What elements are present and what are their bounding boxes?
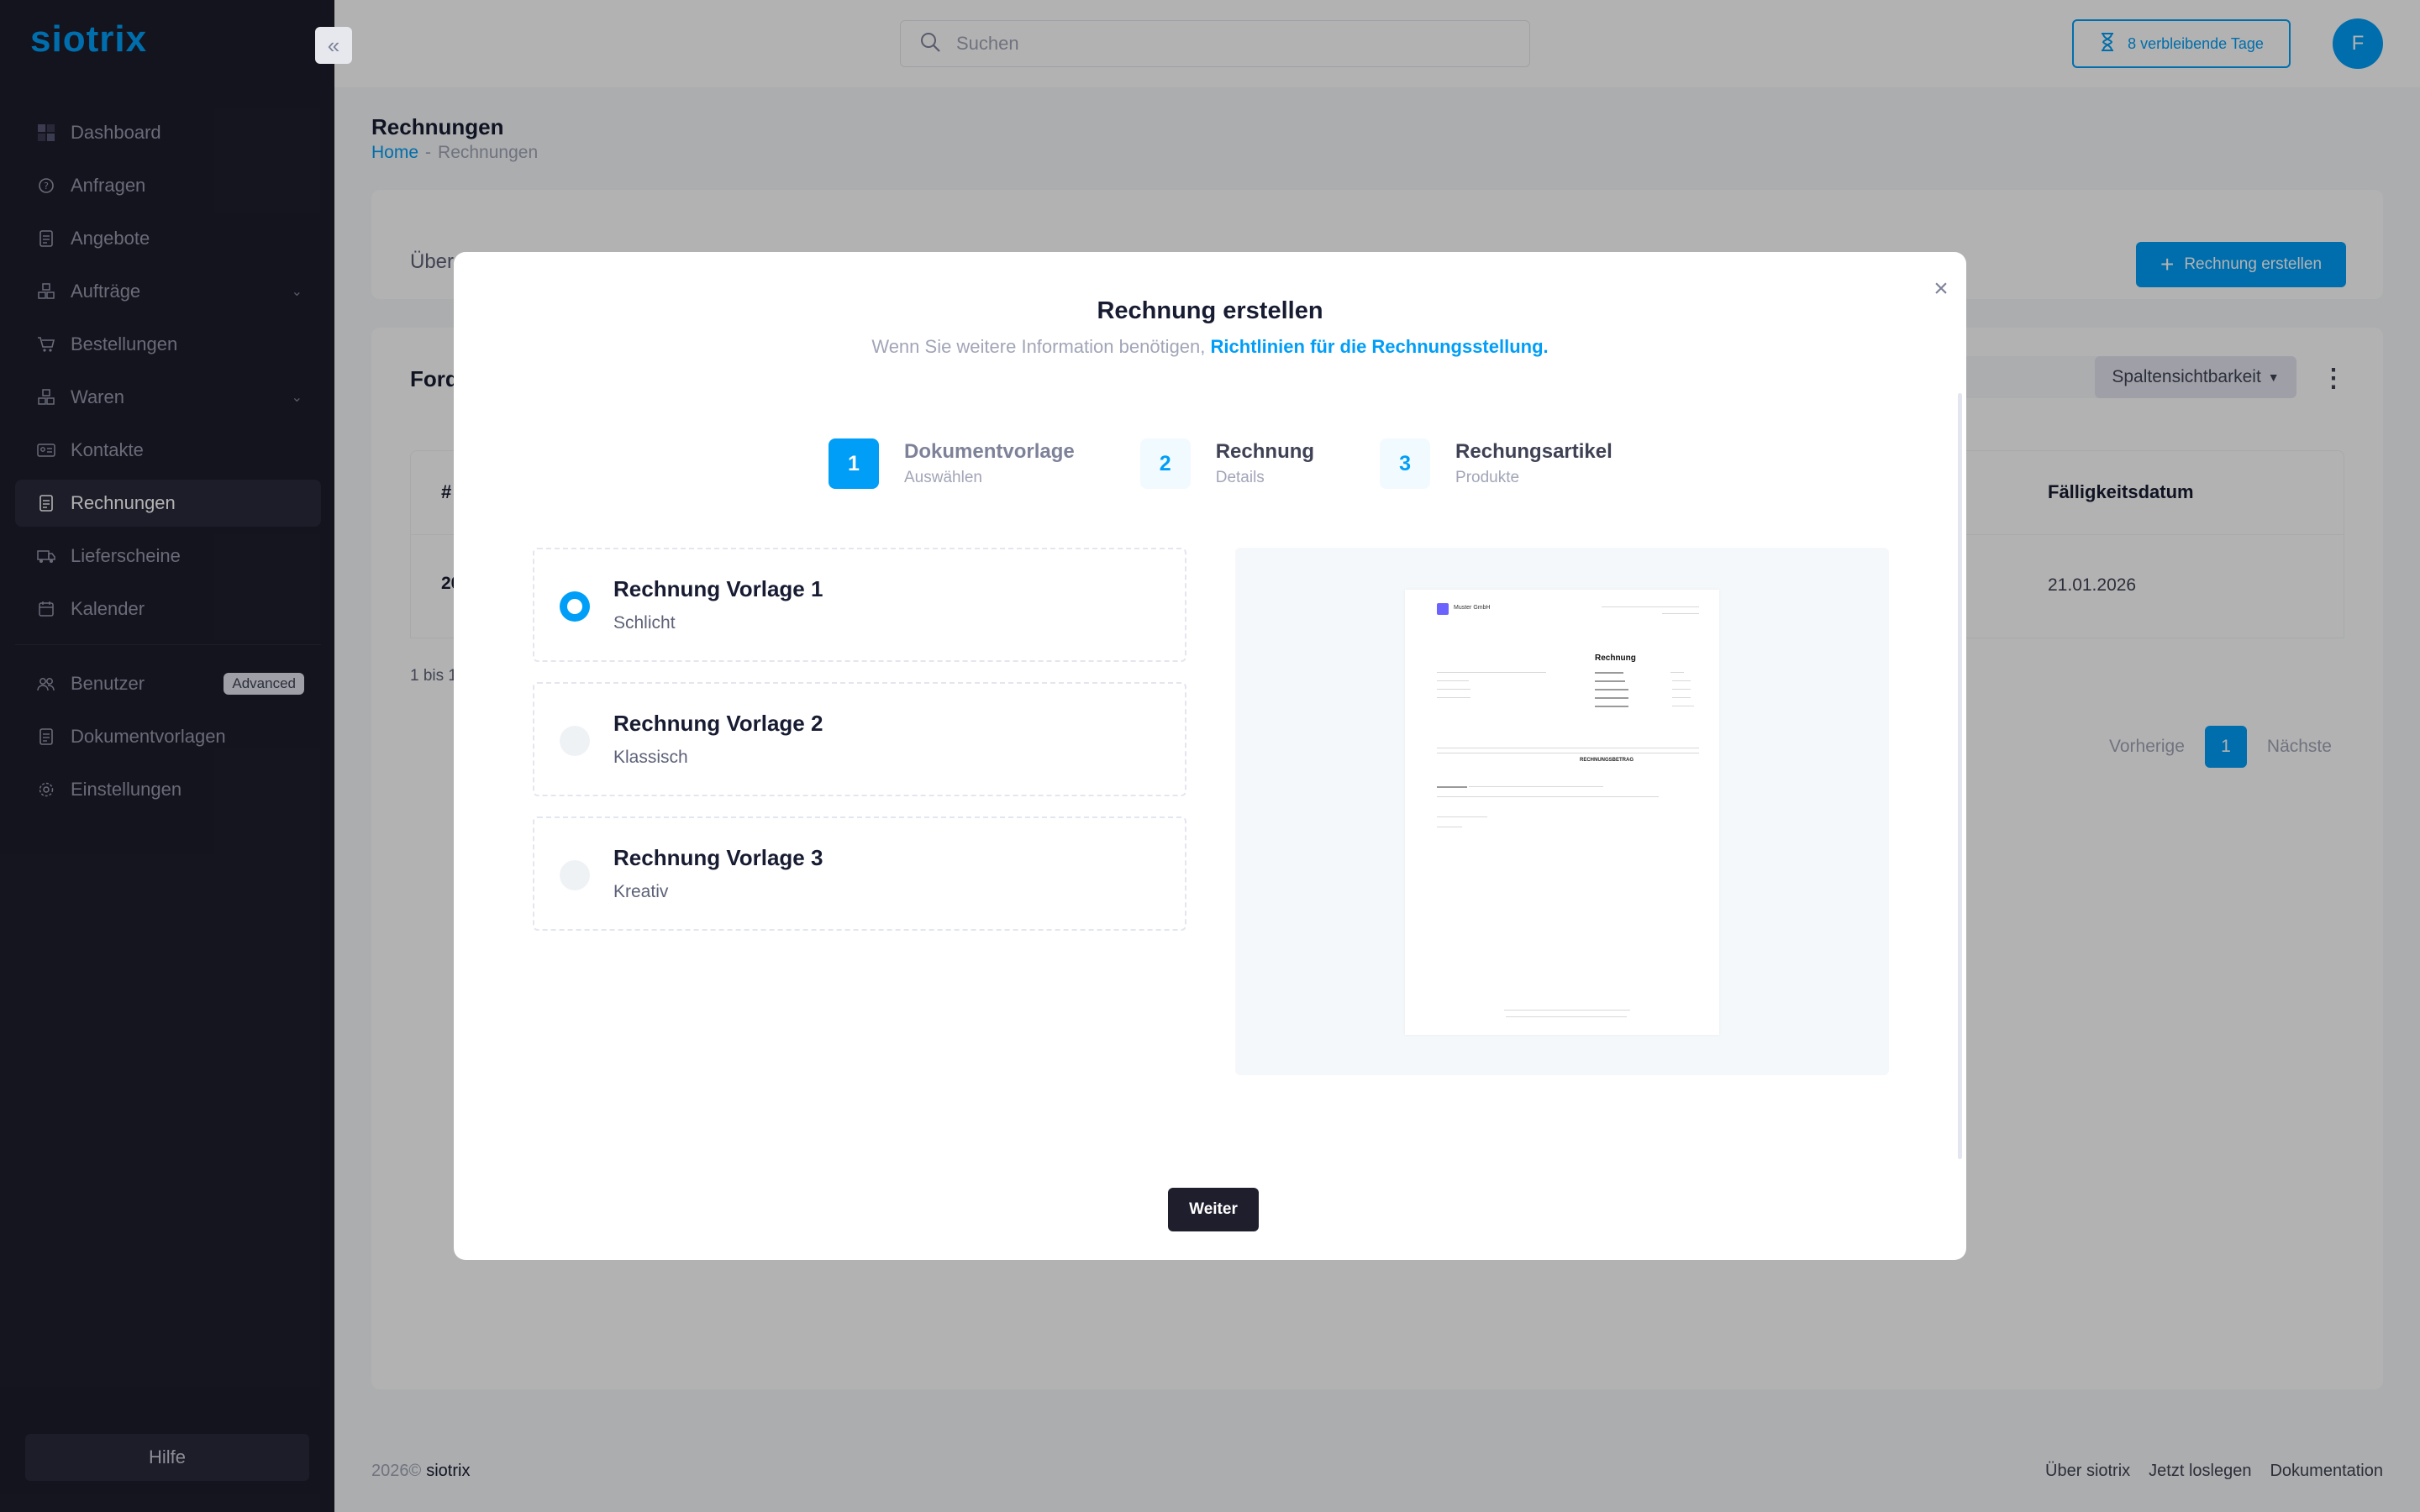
stepper: 1 Dokumentvorlage Auswählen 2 Rechnung D… bbox=[829, 437, 1678, 491]
radio-selected[interactable] bbox=[560, 591, 590, 622]
preview-text-line bbox=[1595, 672, 1623, 674]
template-name: Rechnung Vorlage 3 bbox=[613, 845, 823, 870]
step-description: Auswählen bbox=[904, 469, 982, 486]
step-label: Dokumentvorlage bbox=[904, 440, 1075, 463]
step-2[interactable]: 2 Rechnung Details bbox=[1139, 437, 1315, 491]
radio-unselected[interactable] bbox=[560, 860, 590, 890]
next-button[interactable]: Weiter bbox=[1168, 1188, 1259, 1231]
template-name: Rechnung Vorlage 1 bbox=[613, 576, 823, 601]
step-3[interactable]: 3 Rechungsartikel Produkte bbox=[1380, 437, 1612, 491]
radio-unselected[interactable] bbox=[560, 726, 590, 756]
step-label: Rechnung bbox=[1215, 440, 1315, 463]
double-chevron-left-icon: « bbox=[327, 32, 340, 58]
preview-text-line bbox=[1672, 697, 1691, 698]
preview-text-line bbox=[1437, 672, 1546, 673]
step-number: 2 bbox=[1139, 438, 1191, 489]
modal-scrollbar[interactable] bbox=[1958, 393, 1962, 1159]
template-style: Schlicht bbox=[613, 613, 676, 633]
step-number: 3 bbox=[1380, 438, 1431, 489]
modal-subtitle: Wenn Sie weitere Information benötigen, … bbox=[454, 336, 1966, 358]
guidelines-link[interactable]: Richtlinien für die Rechnungsstellung bbox=[1211, 336, 1544, 357]
template-option-1[interactable]: Rechnung Vorlage 1 Schlicht bbox=[533, 548, 1186, 662]
preview-text-line bbox=[1595, 697, 1628, 699]
create-invoice-modal: × Rechnung erstellen Wenn Sie weitere In… bbox=[454, 252, 1966, 1260]
preview-text-line bbox=[1437, 816, 1487, 817]
preview-doc-title: Rechnung bbox=[1595, 654, 1636, 663]
collapse-sidebar-button[interactable]: « bbox=[315, 27, 352, 64]
step-number: 1 bbox=[829, 438, 879, 489]
step-1[interactable]: 1 Dokumentvorlage Auswählen bbox=[829, 437, 1075, 491]
preview-text-line bbox=[1672, 680, 1691, 681]
template-style: Kreativ bbox=[613, 882, 669, 901]
preview-text-line bbox=[1670, 672, 1684, 673]
preview-company-name: Muster GmbH bbox=[1454, 605, 1491, 611]
preview-text-line bbox=[1595, 689, 1628, 690]
invoice-preview-document: Muster GmbH Rechnung RECHNUNGSBETRAG bbox=[1405, 590, 1719, 1035]
step-description: Produkte bbox=[1455, 469, 1520, 486]
preview-text-line bbox=[1506, 1016, 1627, 1017]
modal-subtitle-period: . bbox=[1543, 336, 1549, 357]
step-description: Details bbox=[1215, 469, 1265, 486]
preview-total-label: RECHNUNGSBETRAG bbox=[1580, 758, 1634, 763]
preview-text-line bbox=[1504, 1010, 1630, 1011]
preview-text-line bbox=[1437, 689, 1470, 690]
template-style: Klassisch bbox=[613, 748, 688, 767]
template-option-3[interactable]: Rechnung Vorlage 3 Kreativ bbox=[533, 816, 1186, 931]
preview-text-line bbox=[1595, 680, 1625, 682]
preview-text-line bbox=[1469, 786, 1603, 787]
template-option-2[interactable]: Rechnung Vorlage 2 Klassisch bbox=[533, 682, 1186, 796]
preview-text-line bbox=[1437, 786, 1467, 788]
preview-text-line bbox=[1662, 613, 1699, 614]
preview-text-line bbox=[1437, 796, 1659, 797]
preview-text-line bbox=[1595, 706, 1628, 707]
template-preview: Muster GmbH Rechnung RECHNUNGSBETRAG bbox=[1235, 548, 1889, 1075]
preview-text-line bbox=[1672, 689, 1691, 690]
preview-text-line bbox=[1437, 680, 1469, 681]
preview-text-line bbox=[1437, 697, 1470, 698]
modal-subtitle-text: Wenn Sie weitere Information benötigen, bbox=[871, 336, 1206, 357]
template-options: Rechnung Vorlage 1 Schlicht Rechnung Vor… bbox=[533, 548, 1186, 951]
company-logo-icon bbox=[1437, 603, 1449, 615]
preview-text-line bbox=[1602, 606, 1699, 607]
step-label: Rechungsartikel bbox=[1455, 440, 1612, 463]
modal-title: Rechnung erstellen bbox=[1097, 297, 1323, 324]
template-name: Rechnung Vorlage 2 bbox=[613, 711, 823, 736]
